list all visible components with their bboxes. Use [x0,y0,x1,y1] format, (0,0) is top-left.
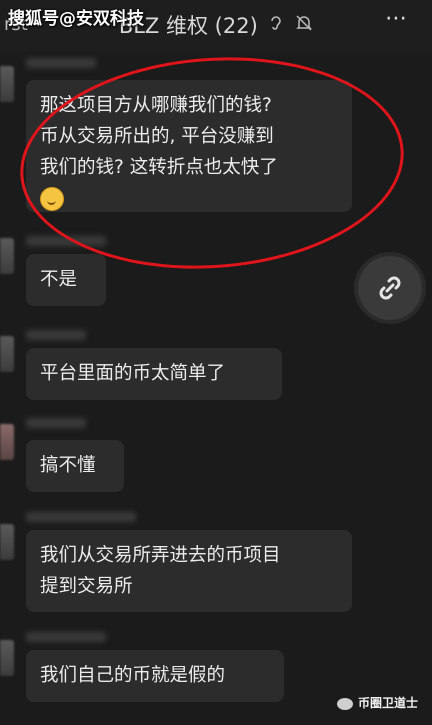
message-bubble[interactable]: 搞不懂 [26,440,124,492]
message-text: 平台里面的币太简单了 [40,363,226,384]
more-button[interactable]: ⋯ [385,6,408,31]
avatar[interactable] [0,336,14,372]
bell-off-icon [295,13,313,37]
source-watermark: 搜狐号@安双科技 [8,9,144,29]
smiling-emoji-icon [40,187,64,211]
sender-name-blurred [26,58,96,68]
avatar[interactable] [0,524,14,560]
sender-name-blurred [26,330,86,340]
message-line: 那这项目方从哪赚我们的钱? [40,95,272,116]
link-icon [379,276,401,300]
message-bubble[interactable]: 不是 [26,254,106,306]
sender-name-blurred [26,632,106,642]
avatar[interactable] [0,424,14,460]
link-button[interactable] [358,256,422,320]
message-text: 不是 [40,269,78,290]
message-bubble[interactable]: 那这项目方从哪赚我们的钱? 币从交易所出的, 平台没赚到 我们的钱? 这转折点也… [26,80,352,212]
message-line: 我们从交易所弄进去的币项目 [40,545,281,566]
avatar[interactable] [0,66,14,102]
avatar[interactable] [0,238,14,274]
message-line: 币从交易所出的, 平台没赚到 [40,126,274,147]
wechat-logo-icon [336,697,353,710]
sender-name-blurred [26,236,106,246]
message-text: 我们自己的币就是假的 [40,665,226,686]
message-line: 提到交易所 [40,576,133,597]
sender-name-blurred [26,418,86,428]
message-bubble[interactable]: 我们自己的币就是假的 [26,650,284,702]
message-line: 我们的钱? 这转折点也太快了 [40,157,278,178]
message-bubble[interactable]: 平台里面的币太简单了 [26,348,282,400]
sender-name-blurred [26,512,136,522]
message-text: 搞不懂 [40,455,96,476]
channel-watermark: 币圈卫道士 [336,694,418,711]
avatar[interactable] [0,640,14,676]
ear-icon [268,13,284,37]
message-bubble[interactable]: 我们从交易所弄进去的币项目 提到交易所 [26,530,352,612]
channel-watermark-text: 币圈卫道士 [357,696,418,710]
